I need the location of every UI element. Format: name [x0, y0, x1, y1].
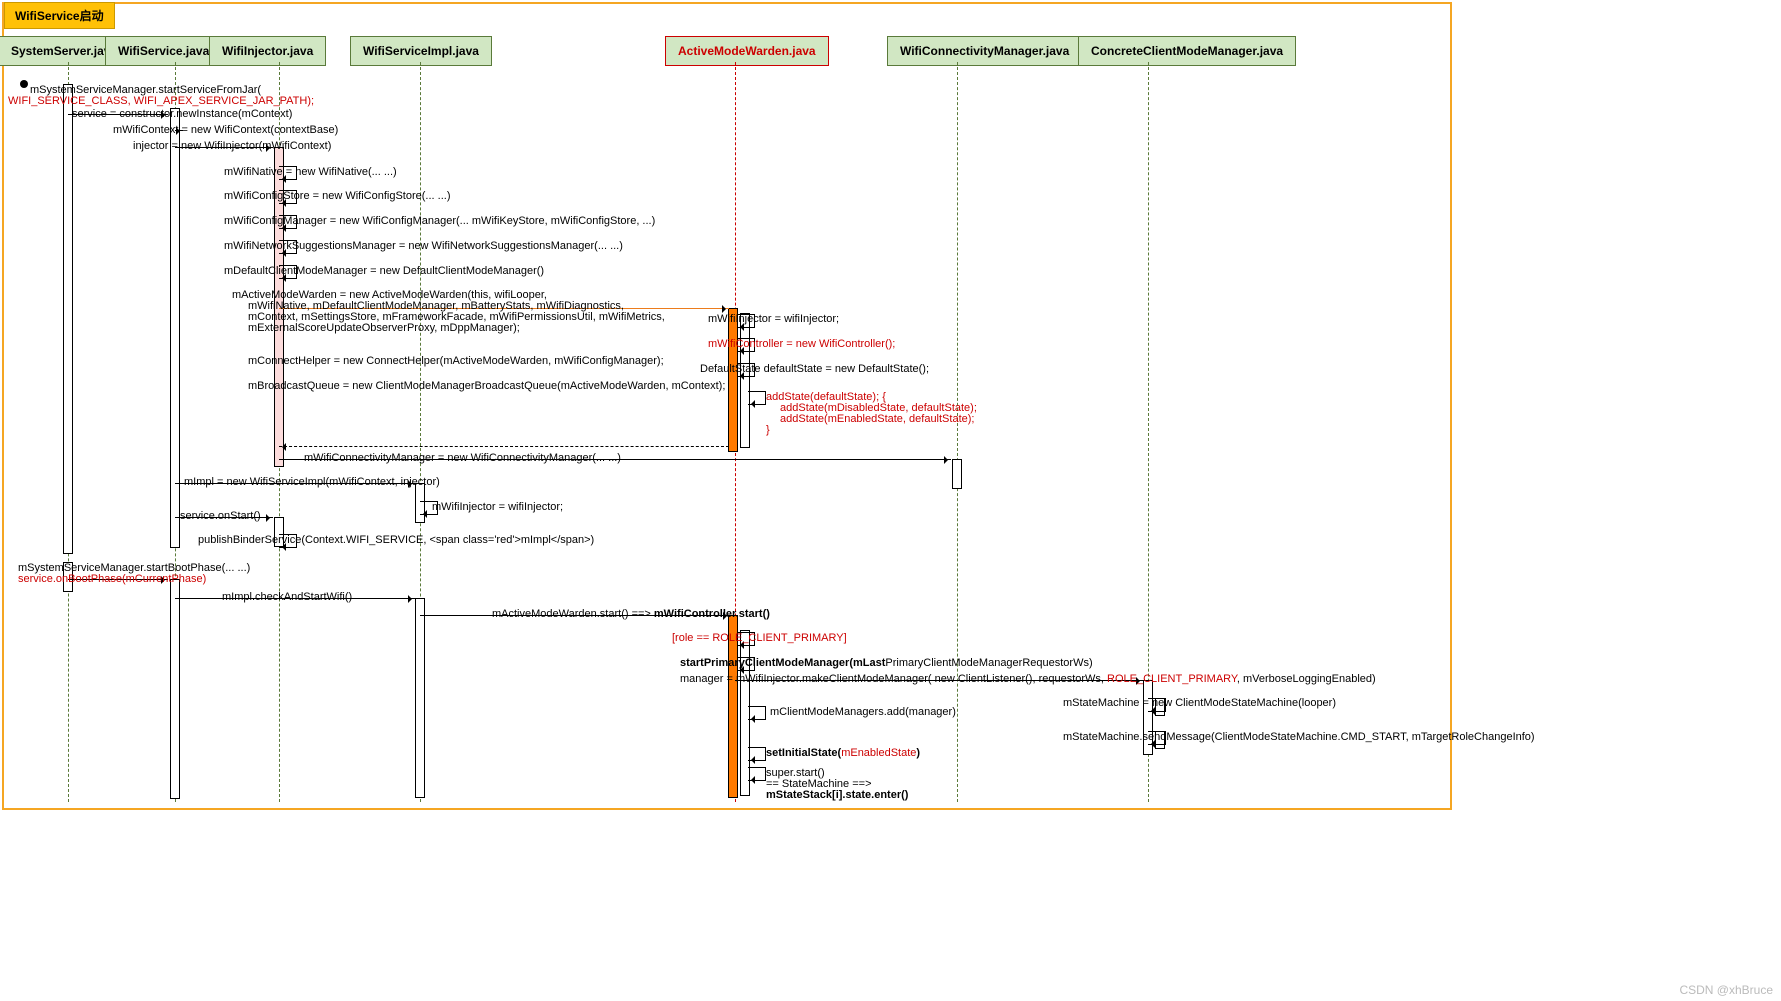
start-dot: [20, 80, 28, 88]
message-label: mDefaultClientModeManager = new DefaultC…: [224, 265, 544, 277]
self-message-arrow: [748, 767, 766, 781]
participant-ConcreteClientModeManager.java: ConcreteClientModeManager.java: [1078, 36, 1296, 66]
message-label: startPrimaryClientModeManager(mLastPrima…: [680, 657, 1093, 669]
message-label: mWifiController = new WifiController();: [708, 338, 895, 350]
message-label: mConnectHelper = new ConnectHelper(mActi…: [248, 355, 664, 367]
message-label: mWifiConfigStore = new WifiConfigStore(.…: [224, 190, 450, 202]
message-label: mImpl = new WifiServiceImpl(mWifiContext…: [184, 476, 440, 488]
activation-bar: [740, 313, 750, 448]
self-message-arrow: [748, 747, 766, 761]
message-label: service = constructor.newInstance(mConte…: [72, 108, 292, 120]
message-label: mWifiContext = new WifiContext(contextBa…: [113, 124, 338, 136]
message-label: service.onBootPhase(mCurrentPhase): [18, 573, 206, 585]
message-label: service.onStart(): [180, 510, 261, 522]
message-label: mWifiNetworkSuggestionsManager = new Wif…: [224, 240, 623, 252]
message-label: addState(mEnabledState, defaultState);: [780, 413, 974, 425]
watermark: CSDN @xhBruce: [1679, 983, 1773, 997]
message-label: mClientModeManagers.add(manager): [770, 706, 956, 718]
diagram-title: WifiService启动: [4, 2, 115, 29]
return-arrow: [279, 446, 729, 447]
activation-bar: [63, 84, 73, 554]
participant-WifiService.java: WifiService.java: [105, 36, 222, 66]
message-label: mStateStack[i].state.enter(): [766, 789, 908, 801]
message-label: mExternalScoreUpdateObserverProxy, mDppM…: [248, 322, 520, 334]
message-label: }: [766, 424, 770, 436]
activation-bar: [170, 108, 180, 548]
message-label: setInitialState(mEnabledState): [766, 747, 920, 759]
activation-bar: [952, 459, 962, 489]
message-label: publishBinderService(Context.WIFI_SERVIC…: [198, 534, 594, 546]
participant-WifiConnectivityManager.java: WifiConnectivityManager.java: [887, 36, 1082, 66]
message-label: mWifiInjector = wifiInjector;: [708, 313, 839, 325]
message-label: mActiveModeWarden.start() ==> mWifiContr…: [492, 608, 770, 620]
activation-bar: [170, 579, 180, 799]
message-label: mStateMachine.sendMessage(ClientModeStat…: [1063, 731, 1535, 743]
message-label: WIFI_SERVICE_CLASS, WIFI_APEX_SERVICE_JA…: [8, 95, 314, 107]
message-label: mWifiConnectivityManager = new WifiConne…: [304, 452, 621, 464]
participant-ActiveModeWarden.java: ActiveModeWarden.java: [665, 36, 829, 66]
message-label: mImpl.checkAndStartWifi(): [222, 591, 352, 603]
participant-WifiInjector.java: WifiInjector.java: [209, 36, 326, 66]
message-label: mWifiConfigManager = new WifiConfigManag…: [224, 215, 655, 227]
message-label: DefaultState defaultState = new DefaultS…: [700, 363, 929, 375]
message-label: mStateMachine = new ClientModeStateMachi…: [1063, 697, 1336, 709]
message-label: mWifiInjector = wifiInjector;: [432, 501, 563, 513]
message-label: manager = mWifiInjector.makeClientModeMa…: [680, 673, 1376, 685]
activation-bar: [415, 598, 425, 798]
message-label: mWifiNative = new WifiNative(... ...): [224, 166, 397, 178]
self-message-arrow: [748, 391, 766, 405]
message-label: [role == ROLE_CLIENT_PRIMARY]: [672, 632, 847, 644]
self-message-arrow: [748, 706, 766, 720]
lifeline: [957, 62, 958, 802]
message-label: mBroadcastQueue = new ClientModeManagerB…: [248, 380, 725, 392]
message-label: injector = new WifiInjector(mWifiContext…: [133, 140, 331, 152]
